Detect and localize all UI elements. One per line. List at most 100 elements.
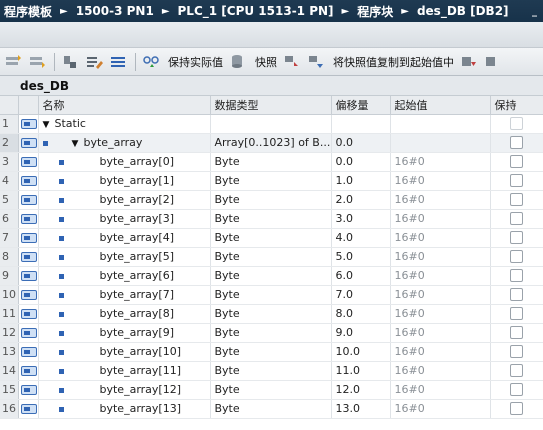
retain-checkbox[interactable] <box>510 326 523 340</box>
start-value-cell[interactable]: 16#0 <box>390 171 491 191</box>
name-cell[interactable]: byte_array[5] <box>38 247 211 267</box>
table-row[interactable]: 4 byte_array[1] Byte 1.0 16#0 <box>0 171 543 191</box>
start-value-cell[interactable] <box>390 114 491 134</box>
retain-checkbox[interactable] <box>510 402 523 416</box>
column-header-retain[interactable]: 保持 <box>490 96 543 115</box>
datatype-cell[interactable]: Array[0..1023] of B... <box>210 133 332 153</box>
datatype-cell[interactable]: Byte <box>210 304 332 324</box>
table-row[interactable]: 9 byte_array[6] Byte 6.0 16#0 <box>0 266 543 286</box>
datatype-cell[interactable]: Byte <box>210 361 332 381</box>
start-value-cell[interactable]: 16#0 <box>390 209 491 229</box>
table-row[interactable]: 11 byte_array[8] Byte 8.0 16#0 <box>0 304 543 324</box>
table-row[interactable]: 2 ▼ byte_array Array[0..1023] of B... 0.0 <box>0 133 543 153</box>
name-cell[interactable]: byte_array[11] <box>38 361 211 381</box>
table-row[interactable]: 14 byte_array[11] Byte 11.0 16#0 <box>0 361 543 381</box>
table-row[interactable]: 12 byte_array[9] Byte 9.0 16#0 <box>0 323 543 343</box>
datatype-cell[interactable]: Byte <box>210 342 332 362</box>
name-cell[interactable]: ▼ Static <box>38 114 211 134</box>
table-row[interactable]: 13 byte_array[10] Byte 10.0 16#0 <box>0 342 543 362</box>
retain-checkbox[interactable] <box>510 364 523 378</box>
start-value-cell[interactable]: 16#0 <box>390 399 491 419</box>
breadcrumb-item[interactable]: 程序模板 <box>2 3 54 20</box>
datatype-cell[interactable]: Byte <box>210 209 332 229</box>
datatype-cell[interactable]: Byte <box>210 171 332 191</box>
breadcrumb-item[interactable]: 程序块 <box>355 3 395 20</box>
column-header-offset[interactable]: 偏移量 <box>331 96 391 115</box>
name-cell[interactable]: byte_array[8] <box>38 304 211 324</box>
start-value-cell[interactable] <box>390 133 491 153</box>
name-cell[interactable]: byte_array[3] <box>38 209 211 229</box>
start-value-cell[interactable]: 16#0 <box>390 342 491 362</box>
datatype-cell[interactable]: Byte <box>210 152 332 172</box>
datatype-cell[interactable] <box>210 114 332 134</box>
column-header-datatype[interactable]: 数据类型 <box>210 96 332 115</box>
expand-all-button[interactable] <box>59 51 81 73</box>
table-row[interactable]: 1 ▼ Static <box>0 114 543 134</box>
start-value-cell[interactable]: 16#0 <box>390 361 491 381</box>
list-view-button[interactable] <box>107 51 129 73</box>
collapse-triangle-icon[interactable]: ▼ <box>43 120 55 130</box>
add-row-button[interactable] <box>26 51 48 73</box>
datatype-cell[interactable]: Byte <box>210 247 332 267</box>
table-row[interactable]: 15 byte_array[12] Byte 12.0 16#0 <box>0 380 543 400</box>
name-cell[interactable]: byte_array[9] <box>38 323 211 343</box>
copy-values-icon-button[interactable] <box>305 51 327 73</box>
table-row[interactable]: 7 byte_array[4] Byte 4.0 16#0 <box>0 228 543 248</box>
name-cell[interactable]: byte_array[0] <box>38 152 211 172</box>
datatype-cell[interactable]: Byte <box>210 323 332 343</box>
datatype-cell[interactable]: Byte <box>210 285 332 305</box>
retain-checkbox[interactable] <box>510 136 523 150</box>
name-cell[interactable]: byte_array[10] <box>38 342 211 362</box>
breadcrumb-item[interactable]: des_DB [DB2] <box>415 4 511 18</box>
name-cell[interactable]: byte_array[13] <box>38 399 211 419</box>
retain-checkbox[interactable] <box>510 345 523 359</box>
datatype-cell[interactable]: Byte <box>210 380 332 400</box>
start-value-cell[interactable]: 16#0 <box>390 190 491 210</box>
datatype-cell[interactable]: Byte <box>210 266 332 286</box>
table-row[interactable]: 16 byte_array[13] Byte 13.0 16#0 <box>0 399 543 419</box>
retain-checkbox[interactable] <box>510 269 523 283</box>
column-header-name[interactable]: 名称 <box>38 96 211 115</box>
column-header-start-value[interactable]: 起始值 <box>390 96 491 115</box>
datatype-cell[interactable]: Byte <box>210 399 332 419</box>
overflow-button[interactable] <box>482 51 504 73</box>
snapshot-button[interactable]: 快照 <box>251 54 281 70</box>
breadcrumb-item[interactable]: 1500-3 PN1 <box>74 4 156 18</box>
start-value-cell[interactable]: 16#0 <box>390 266 491 286</box>
name-cell[interactable]: byte_array[1] <box>38 171 211 191</box>
copy-snapshot-icon-button[interactable] <box>281 51 303 73</box>
table-row[interactable]: 6 byte_array[3] Byte 3.0 16#0 <box>0 209 543 229</box>
name-cell[interactable]: byte_array[12] <box>38 380 211 400</box>
name-cell[interactable]: byte_array[2] <box>38 190 211 210</box>
retain-checkbox[interactable] <box>510 307 523 321</box>
start-value-cell[interactable]: 16#0 <box>390 247 491 267</box>
load-start-values-button[interactable] <box>458 51 480 73</box>
retain-checkbox[interactable] <box>510 212 523 226</box>
retain-checkbox[interactable] <box>510 155 523 169</box>
insert-row-button[interactable] <box>2 51 24 73</box>
retain-checkbox[interactable] <box>510 383 523 397</box>
table-row[interactable]: 5 byte_array[2] Byte 2.0 16#0 <box>0 190 543 210</box>
minimize-icon[interactable]: _ <box>526 6 543 17</box>
retain-checkbox[interactable] <box>510 288 523 302</box>
start-value-cell[interactable]: 16#0 <box>390 304 491 324</box>
retain-checkbox[interactable] <box>510 250 523 264</box>
name-cell[interactable]: byte_array[6] <box>38 266 211 286</box>
table-row[interactable]: 10 byte_array[7] Byte 7.0 16#0 <box>0 285 543 305</box>
snapshot-icon-button[interactable] <box>227 51 249 73</box>
copy-snapshot-to-start-button[interactable]: 将快照值复制到起始值中 <box>329 54 458 70</box>
start-value-cell[interactable]: 16#0 <box>390 285 491 305</box>
table-row[interactable]: 8 byte_array[5] Byte 5.0 16#0 <box>0 247 543 267</box>
retain-checkbox[interactable] <box>510 193 523 207</box>
name-cell[interactable]: ▼ byte_array <box>38 133 211 153</box>
start-value-cell[interactable]: 16#0 <box>390 323 491 343</box>
table-row[interactable]: 3 byte_array[0] Byte 0.0 16#0 <box>0 152 543 172</box>
retain-checkbox[interactable] <box>510 231 523 245</box>
retain-checkbox[interactable] <box>510 174 523 188</box>
keep-actual-values-button[interactable]: 保持实际值 <box>164 54 227 70</box>
start-value-cell[interactable]: 16#0 <box>390 380 491 400</box>
monitor-button[interactable] <box>140 51 162 73</box>
name-cell[interactable]: byte_array[7] <box>38 285 211 305</box>
start-value-cell[interactable]: 16#0 <box>390 152 491 172</box>
retain-checkbox[interactable] <box>510 117 523 131</box>
